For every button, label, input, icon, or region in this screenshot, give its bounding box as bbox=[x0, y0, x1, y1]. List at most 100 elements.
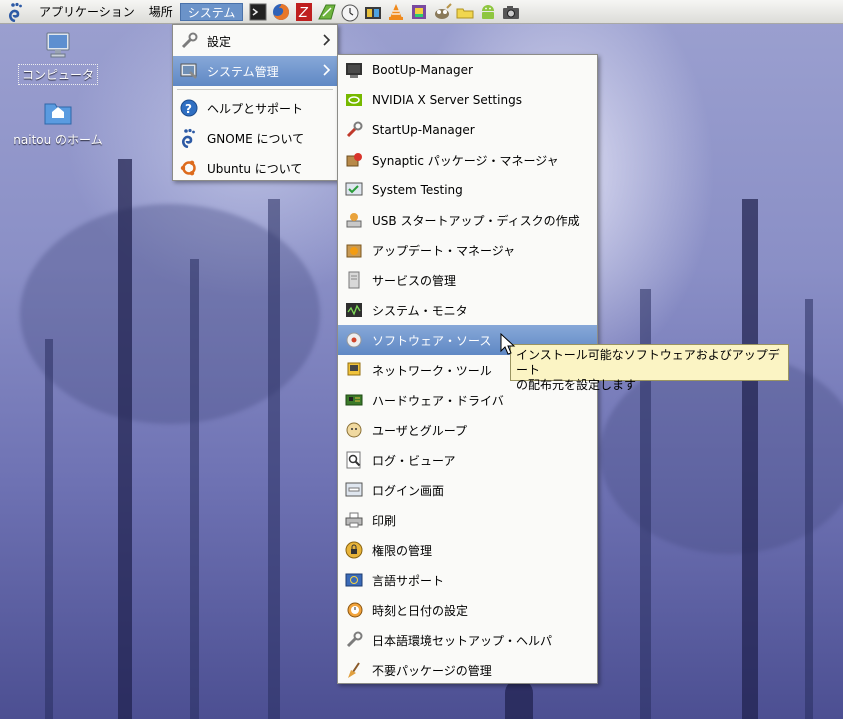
gnome-icon bbox=[179, 128, 199, 148]
desktop-icon-home[interactable]: naitou のホーム bbox=[8, 96, 108, 149]
menu-item-label: ハードウェア・ドライバ bbox=[372, 393, 504, 408]
camera-icon[interactable] bbox=[500, 1, 521, 22]
menu-item-label: ヘルプとサポート bbox=[207, 101, 304, 116]
menu-item-label: ソフトウェア・ソース bbox=[372, 333, 492, 348]
menu-item-label: システム・モニタ bbox=[372, 303, 468, 318]
menu-item-label: 時刻と日付の設定 bbox=[372, 603, 469, 618]
menu-item-update-manager[interactable]: アップデート・マネージャ bbox=[338, 235, 597, 265]
launcher-bar: Z bbox=[247, 1, 523, 22]
menu-item-label: 権限の管理 bbox=[372, 543, 433, 558]
menu-item-system-monitor[interactable]: システム・モニタ bbox=[338, 295, 597, 325]
menu-item-usb-creator[interactable]: USB スタートアップ・ディスクの作成 bbox=[338, 205, 597, 235]
menu-item-authorizations[interactable]: 権限の管理 bbox=[338, 535, 597, 565]
gimp-icon[interactable] bbox=[431, 1, 452, 22]
firefox-icon[interactable] bbox=[270, 1, 291, 22]
menu-item-label: Synaptic パッケージ・マネージャ bbox=[372, 153, 559, 168]
menu-item-label: StartUp-Manager bbox=[372, 123, 475, 137]
menu-item-administration[interactable]: システム管理 bbox=[173, 56, 337, 86]
menu-item-computer-janitor[interactable]: 不要パッケージの管理 bbox=[338, 655, 597, 685]
menu-item-help[interactable]: ? ヘルプとサポート bbox=[173, 93, 337, 123]
filezilla-icon[interactable]: Z bbox=[293, 1, 314, 22]
menu-item-label: ログイン画面 bbox=[372, 483, 445, 498]
menu-item-label: 設定 bbox=[207, 34, 232, 49]
computer-icon bbox=[42, 30, 74, 62]
terminal-icon[interactable] bbox=[247, 1, 268, 22]
gnome-paint-icon[interactable] bbox=[408, 1, 429, 22]
lock-icon bbox=[344, 540, 364, 560]
menu-item-label: ユーザとグループ bbox=[372, 423, 468, 438]
menu-item-about-ubuntu[interactable]: Ubuntu について bbox=[173, 153, 337, 183]
printer-icon bbox=[344, 510, 364, 530]
dark-figure bbox=[505, 679, 533, 719]
tree-trunk bbox=[805, 299, 813, 719]
menu-item-label: BootUp-Manager bbox=[372, 63, 473, 77]
wrench-icon bbox=[179, 31, 199, 51]
usb-icon bbox=[344, 210, 364, 230]
menu-separator bbox=[177, 89, 333, 90]
hardware-drivers-icon bbox=[344, 390, 364, 410]
language-flag-icon bbox=[344, 570, 364, 590]
menu-item-time-date[interactable]: 時刻と日付の設定 bbox=[338, 595, 597, 625]
nvidia-icon bbox=[344, 90, 364, 110]
system-testing-icon bbox=[344, 180, 364, 200]
login-screen-icon bbox=[344, 480, 364, 500]
video-editor-icon[interactable] bbox=[362, 1, 383, 22]
desktop-icon-computer[interactable]: コンピュータ bbox=[18, 30, 98, 85]
tooltip-line: の配布元を設定します bbox=[516, 378, 637, 392]
desktop-icon-label: コンピュータ bbox=[18, 64, 98, 85]
users-groups-icon bbox=[344, 420, 364, 440]
menu-item-label: アップデート・マネージャ bbox=[372, 243, 516, 258]
menu-item-label: 不要パッケージの管理 bbox=[372, 663, 492, 678]
system-menu[interactable]: システム bbox=[179, 2, 244, 21]
submenu-arrow-icon bbox=[323, 64, 331, 76]
clock-icon[interactable] bbox=[339, 1, 360, 22]
mouse-cursor-icon bbox=[500, 333, 516, 355]
menu-item-services[interactable]: サービスの管理 bbox=[338, 265, 597, 295]
menu-item-log-viewer[interactable]: ログ・ビューア bbox=[338, 445, 597, 475]
menu-item-label: 印刷 bbox=[372, 513, 397, 528]
tooltip-line: インストール可能なソフトウェアおよびアップデート bbox=[516, 348, 780, 377]
menu-item-preferences[interactable]: 設定 bbox=[173, 26, 337, 56]
help-icon: ? bbox=[179, 98, 199, 118]
menu-item-japanese-setup[interactable]: 日本語環境セットアップ・ヘルパ bbox=[338, 625, 597, 655]
tooltip: インストール可能なソフトウェアおよびアップデート の配布元を設定します bbox=[510, 344, 789, 392]
startup-wrench-icon bbox=[344, 120, 364, 140]
menu-item-synaptic[interactable]: Synaptic パッケージ・マネージャ bbox=[338, 145, 597, 175]
menu-item-language-support[interactable]: 言語サポート bbox=[338, 565, 597, 595]
synaptic-icon bbox=[344, 150, 364, 170]
menu-item-label: ログ・ビューア bbox=[372, 453, 456, 468]
menu-item-label: Ubuntu について bbox=[207, 161, 303, 176]
menu-item-label: System Testing bbox=[372, 183, 463, 197]
folder-icon[interactable] bbox=[454, 1, 475, 22]
gnome-foot-icon[interactable] bbox=[6, 2, 26, 22]
update-manager-icon bbox=[344, 240, 364, 260]
software-sources-icon bbox=[344, 330, 364, 350]
bootup-icon bbox=[344, 60, 364, 80]
menu-item-system-testing[interactable]: System Testing bbox=[338, 175, 597, 205]
places-menu[interactable]: 場所 bbox=[142, 3, 180, 21]
menu-item-printing[interactable]: 印刷 bbox=[338, 505, 597, 535]
system-menu-dropdown: 設定 システム管理 ? ヘルプとサポート GNOME について Ubuntu に… bbox=[172, 24, 338, 181]
wrench-icon bbox=[344, 630, 364, 650]
svg-text:?: ? bbox=[185, 102, 192, 116]
menu-item-label: サービスの管理 bbox=[372, 273, 457, 288]
menu-item-users-groups[interactable]: ユーザとグループ bbox=[338, 415, 597, 445]
android-icon[interactable] bbox=[477, 1, 498, 22]
menu-item-nvidia-settings[interactable]: NVIDIA X Server Settings bbox=[338, 85, 597, 115]
home-folder-icon bbox=[42, 96, 74, 128]
ubuntu-icon bbox=[179, 158, 199, 178]
applications-menu[interactable]: アプリケーション bbox=[32, 3, 142, 21]
tree-trunk bbox=[268, 199, 280, 719]
menu-item-about-gnome[interactable]: GNOME について bbox=[173, 123, 337, 153]
menu-item-label: NVIDIA X Server Settings bbox=[372, 93, 522, 107]
tree-trunk bbox=[45, 339, 53, 719]
menu-item-label: システム管理 bbox=[207, 64, 279, 79]
menu-item-label: USB スタートアップ・ディスクの作成 bbox=[372, 213, 580, 228]
admin-icon bbox=[179, 61, 199, 81]
vlc-icon[interactable] bbox=[385, 1, 406, 22]
submenu-arrow-icon bbox=[323, 34, 331, 46]
menu-item-startup-manager[interactable]: StartUp-Manager bbox=[338, 115, 597, 145]
menu-item-login-screen[interactable]: ログイン画面 bbox=[338, 475, 597, 505]
menu-item-bootup-manager[interactable]: BootUp-Manager bbox=[338, 55, 597, 85]
inkscape-icon[interactable] bbox=[316, 1, 337, 22]
